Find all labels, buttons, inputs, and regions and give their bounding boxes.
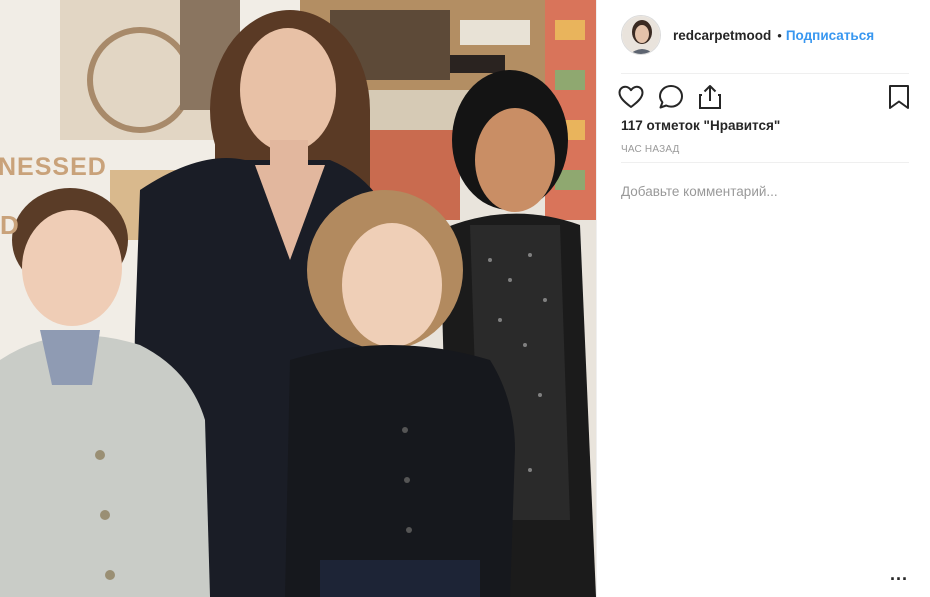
comment-icon [659, 85, 683, 109]
more-options-button[interactable]: ... [890, 565, 908, 583]
post-side-panel: redcarpetmood • Подписаться 117 отметок … [596, 0, 930, 597]
avatar-image [622, 16, 660, 54]
share-icon [699, 85, 721, 109]
comment-input[interactable] [621, 180, 909, 202]
post-photo[interactable]: NESSED D [0, 0, 596, 597]
like-button[interactable] [617, 83, 645, 111]
share-button[interactable] [696, 83, 724, 111]
comment-divider [621, 162, 909, 163]
avatar[interactable] [621, 15, 661, 55]
comment-button[interactable] [657, 83, 685, 111]
follow-button[interactable]: Подписаться [786, 28, 874, 43]
poster-text: NESSED [0, 153, 107, 181]
post-time: час назад [621, 144, 680, 155]
separator-dot: • [777, 27, 782, 43]
save-button[interactable] [885, 83, 913, 111]
action-bar [617, 83, 913, 111]
poster-letter: D [0, 210, 19, 240]
header-divider [621, 73, 909, 74]
username[interactable]: redcarpetmood [673, 28, 771, 43]
likes-count[interactable]: 117 отметок "Нравится" [621, 118, 780, 133]
bookmark-icon [889, 85, 909, 109]
post-header: redcarpetmood • Подписаться [621, 14, 909, 56]
heart-icon [618, 85, 644, 108]
post-image [0, 0, 596, 597]
